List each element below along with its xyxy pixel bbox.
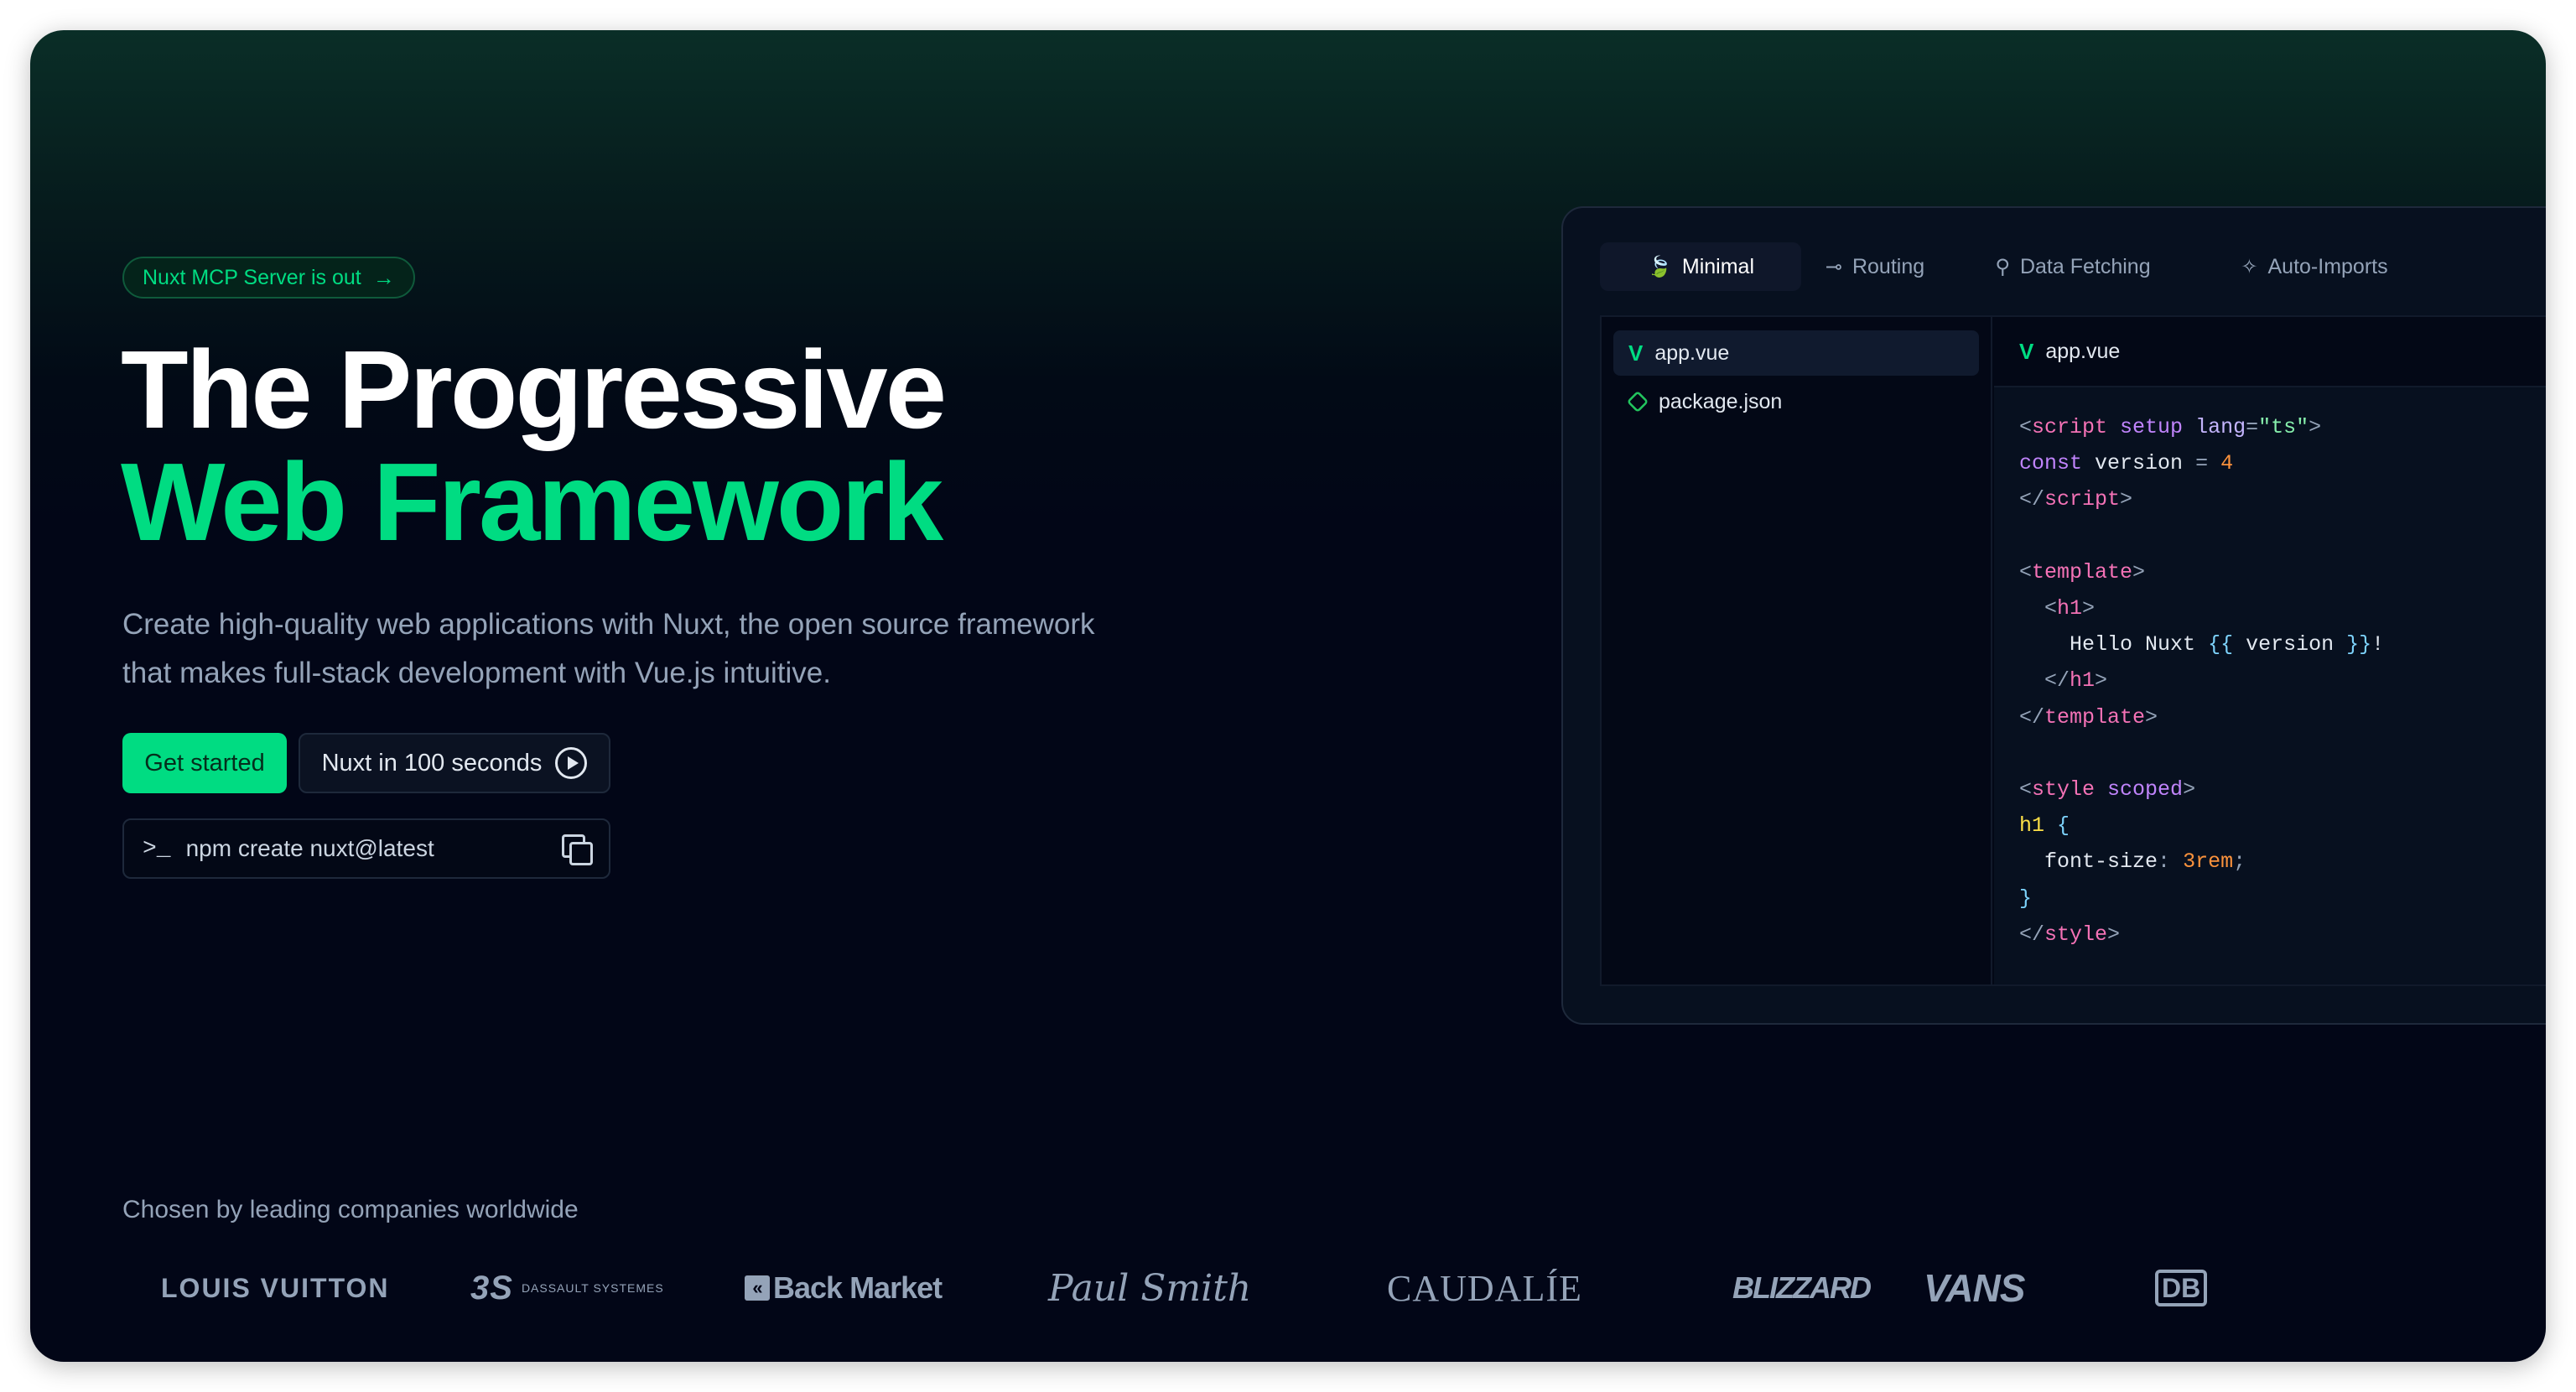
paul-smith-logo: Paul Smith xyxy=(1048,1266,1252,1310)
watch-video-button[interactable]: Nuxt in 100 seconds xyxy=(299,733,610,793)
hero-frame: Nuxt MCP Server is out → The Progressive… xyxy=(30,30,2546,1362)
example-tabs: 🍃 Minimal ⊸ Routing ⚲ Data Fetching ✧ Au… xyxy=(1600,242,2546,292)
copy-icon[interactable] xyxy=(562,834,593,865)
file-tree: V app.vue package.json xyxy=(1602,317,1992,984)
title-line-2: Web Framework xyxy=(121,440,943,564)
watch-video-label: Nuxt in 100 seconds xyxy=(321,749,543,777)
file-item-app-vue[interactable]: V app.vue xyxy=(1613,330,1979,376)
back-market-mark-icon: « xyxy=(745,1275,770,1301)
install-command: >_ npm create nuxt@latest xyxy=(122,818,610,879)
page-title: The Progressive Web Framework xyxy=(121,328,947,564)
play-circle-icon xyxy=(555,747,588,779)
blizzard-logo: BLIZZARD xyxy=(1732,1270,1872,1305)
file-name: app.vue xyxy=(1654,340,1730,365)
tab-data-fetching[interactable]: ⚲ Data Fetching xyxy=(1949,242,2197,291)
louis-vuitton-logo: LOUIS VUITTON xyxy=(161,1272,390,1303)
file-item-package-json[interactable]: package.json xyxy=(1613,379,1979,424)
ds-mark-icon: 3S xyxy=(470,1270,513,1306)
tab-label: Routing xyxy=(1852,254,1925,278)
code-file-header: V app.vue xyxy=(1994,317,2546,387)
file-name: package.json xyxy=(1659,389,1783,413)
tab-label: Auto-Imports xyxy=(2267,254,2388,278)
terminal-icon: >_ xyxy=(143,835,171,862)
announcement-badge[interactable]: Nuxt MCP Server is out → xyxy=(122,257,415,299)
code-view: V app.vue <script setup lang="ts"> const… xyxy=(1994,317,2546,984)
company-logos: LOUIS VUITTON 3S DASSAULT SYSTEMES « Bac… xyxy=(122,1263,2303,1313)
open-file-name: app.vue xyxy=(2045,339,2121,363)
hero-description: Create high-quality web applications wit… xyxy=(122,608,1095,689)
tab-routing[interactable]: ⊸ Routing xyxy=(1801,242,1949,291)
code-content: <script setup lang="ts"> const version =… xyxy=(2019,415,2385,947)
ds-wordmark: DASSAULT SYSTEMES xyxy=(521,1281,664,1295)
signpost-icon: ⊸ xyxy=(1825,255,1842,278)
tab-label: Data Fetching xyxy=(2019,254,2151,278)
nodejs-icon xyxy=(1626,390,1649,413)
tab-label: Minimal xyxy=(1681,254,1754,278)
plug-icon: ⚲ xyxy=(1995,255,2010,278)
back-market-logo: « Back Market xyxy=(745,1263,943,1313)
companies-heading: Chosen by leading companies worldwide xyxy=(122,1196,579,1223)
vue-icon: V xyxy=(1628,340,1644,366)
arrow-right-icon: → xyxy=(372,264,395,290)
code-editor: V app.vue package.json V app.vue <script… xyxy=(1600,315,2546,986)
vans-logo: VANS xyxy=(1924,1266,2025,1310)
title-line-1: The Progressive xyxy=(121,328,947,451)
back-market-wordmark: Back Market xyxy=(773,1270,943,1305)
get-started-button[interactable]: Get started xyxy=(122,733,287,793)
magic-wand-icon: ✧ xyxy=(2241,255,2258,278)
install-command-text: npm create nuxt@latest xyxy=(185,835,434,861)
vue-icon: V xyxy=(2019,338,2034,364)
code-example-panel: 🍃 Minimal ⊸ Routing ⚲ Data Fetching ✧ Au… xyxy=(1561,206,2546,1025)
caudalie-logo: CAUDALÍE xyxy=(1387,1267,1582,1309)
badge-label: Nuxt MCP Server is out xyxy=(143,265,361,289)
tab-auto-imports[interactable]: ✧ Auto-Imports xyxy=(2197,242,2432,291)
dassault-systemes-logo: 3S DASSAULT SYSTEMES xyxy=(470,1263,664,1313)
tab-minimal[interactable]: 🍃 Minimal xyxy=(1600,242,1801,291)
deutsche-bahn-logo: DB xyxy=(2155,1270,2208,1306)
leaf-icon: 🍃 xyxy=(1646,255,1672,278)
